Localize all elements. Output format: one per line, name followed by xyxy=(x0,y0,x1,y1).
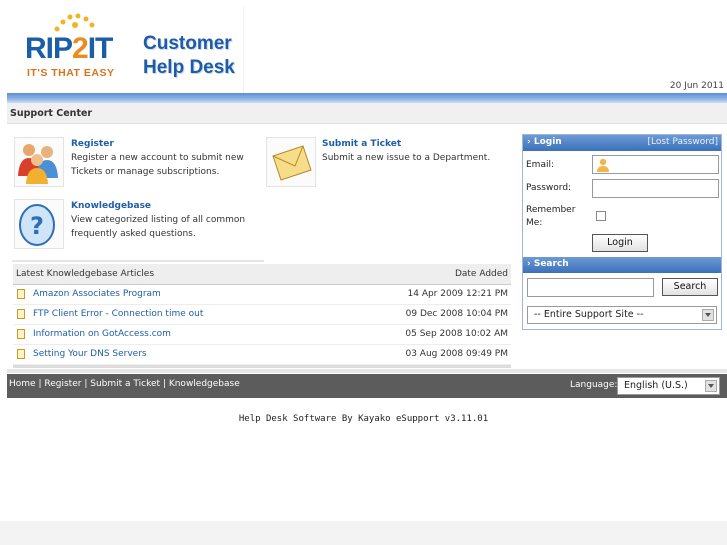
table-row[interactable]: FTP Client Error - Connection time out 0… xyxy=(13,305,511,325)
kb-table-header: Latest Knowledgebase Articles Date Added xyxy=(13,264,511,285)
submit-ticket-description: Submit a new issue to a Department. xyxy=(322,153,491,163)
login-heading: › Login xyxy=(527,137,562,147)
footer-separator: | xyxy=(84,379,88,389)
logo-wordmark: RIP2IT xyxy=(25,32,113,65)
language-select[interactable]: English (U.S.) xyxy=(617,377,720,395)
submit-ticket-link[interactable]: Submit a Ticket xyxy=(322,139,401,149)
kb-article-link[interactable]: Setting Your DNS Servers xyxy=(33,349,147,359)
tiles-divider xyxy=(12,260,264,262)
email-field[interactable] xyxy=(592,155,719,174)
svg-text:?: ? xyxy=(30,212,44,240)
kb-article-date: 03 Aug 2008 09:49 PM xyxy=(405,349,508,359)
knowledgebase-description-line2: frequently asked questions. xyxy=(71,229,196,239)
search-panel-header: › Search xyxy=(523,257,721,273)
password-field[interactable] xyxy=(592,179,719,198)
document-icon xyxy=(17,309,25,319)
footer-separator: | xyxy=(162,379,166,389)
kb-article-link[interactable]: Amazon Associates Program xyxy=(33,289,161,299)
search-scope-select[interactable]: -- Entire Support Site -- xyxy=(527,306,717,324)
register-description-line1: Register a new account to submit new xyxy=(71,153,244,163)
footer-links: Home | Register | Submit a Ticket | Know… xyxy=(9,379,240,389)
knowledgebase-description-line1: View categorized listing of all common xyxy=(71,215,246,225)
login-button[interactable]: Login xyxy=(592,234,648,252)
footer-link-knowledgebase[interactable]: Knowledgebase xyxy=(169,379,240,389)
footer-divider xyxy=(7,369,727,373)
question-icon[interactable]: ? xyxy=(14,199,64,249)
logo-title: Customer Help Desk xyxy=(143,32,235,80)
logo-title-line2: Help Desk xyxy=(143,57,235,78)
section-bar xyxy=(7,103,727,124)
footer-separator: | xyxy=(38,379,42,389)
logo-title-line1: Customer xyxy=(143,33,232,54)
logo-tagline: IT'S THAT EASY xyxy=(27,67,115,79)
kb-date-heading: Date Added xyxy=(454,269,508,279)
kb-article-date: 09 Dec 2008 10:04 PM xyxy=(405,309,508,319)
search-button[interactable]: Search xyxy=(662,278,718,296)
email-label: Email: xyxy=(526,160,555,170)
page-title: Support Center xyxy=(10,108,93,119)
kb-article-date: 14 Apr 2009 12:21 PM xyxy=(407,289,509,299)
table-row[interactable]: Setting Your DNS Servers 03 Aug 2008 09:… xyxy=(13,345,511,365)
kb-table-footer xyxy=(13,365,511,368)
remember-me-label-line2: Me: xyxy=(526,218,543,228)
document-icon xyxy=(17,349,25,359)
footer-link-register[interactable]: Register xyxy=(44,379,81,389)
user-icon xyxy=(597,158,609,172)
search-heading: › Search xyxy=(527,259,569,269)
envelope-icon[interactable] xyxy=(266,137,316,187)
login-panel-header: › Login [Lost Password] xyxy=(523,135,721,151)
register-link[interactable]: Register xyxy=(71,139,114,149)
page-bottom xyxy=(0,521,727,545)
login-heading-text: Login xyxy=(533,137,562,147)
lost-password-link[interactable]: [Lost Password] xyxy=(647,137,718,147)
chevron-down-icon xyxy=(705,380,717,392)
powered-by-credit[interactable]: Help Desk Software By Kayako eSupport v3… xyxy=(0,414,727,424)
kb-heading: Latest Knowledgebase Articles xyxy=(16,269,155,279)
kb-article-date: 05 Sep 2008 10:02 AM xyxy=(405,329,508,339)
footer-link-home[interactable]: Home xyxy=(9,379,36,389)
users-icon[interactable] xyxy=(14,137,64,187)
document-icon xyxy=(17,329,25,339)
remember-me-checkbox[interactable] xyxy=(596,211,606,221)
register-description: Register a new account to submit new Tic… xyxy=(71,151,244,179)
remember-me-label-line1: Remember xyxy=(526,205,576,215)
chevron-down-icon xyxy=(702,309,714,321)
table-row[interactable]: Amazon Associates Program 14 Apr 2009 12… xyxy=(13,285,511,305)
table-row[interactable]: Information on GotAccess.com 05 Sep 2008… xyxy=(13,325,511,345)
register-description-line2: Tickets or manage subscriptions. xyxy=(71,167,220,177)
kb-articles-table: Latest Knowledgebase Articles Date Added… xyxy=(13,264,511,368)
language-value: English (U.S.) xyxy=(624,380,688,391)
kb-article-link[interactable]: Information on GotAccess.com xyxy=(33,329,171,339)
search-scope-value: -- Entire Support Site -- xyxy=(534,309,644,320)
search-input[interactable] xyxy=(527,278,654,297)
header-divider xyxy=(7,93,727,103)
header-date: 20 Jun 2011 xyxy=(669,81,724,91)
password-label: Password: xyxy=(526,183,572,193)
search-heading-text: Search xyxy=(533,259,569,269)
language-label: Language: xyxy=(570,380,618,390)
kb-article-link[interactable]: FTP Client Error - Connection time out xyxy=(33,309,203,319)
document-icon xyxy=(17,289,25,299)
footer-link-submit-ticket[interactable]: Submit a Ticket xyxy=(90,379,160,389)
side-panel: › Login [Lost Password] Email: Password:… xyxy=(522,134,722,330)
knowledgebase-link[interactable]: Knowledgebase xyxy=(71,201,151,211)
remember-me-label: Remember Me: xyxy=(526,204,575,230)
knowledgebase-description: View categorized listing of all common f… xyxy=(71,213,245,241)
